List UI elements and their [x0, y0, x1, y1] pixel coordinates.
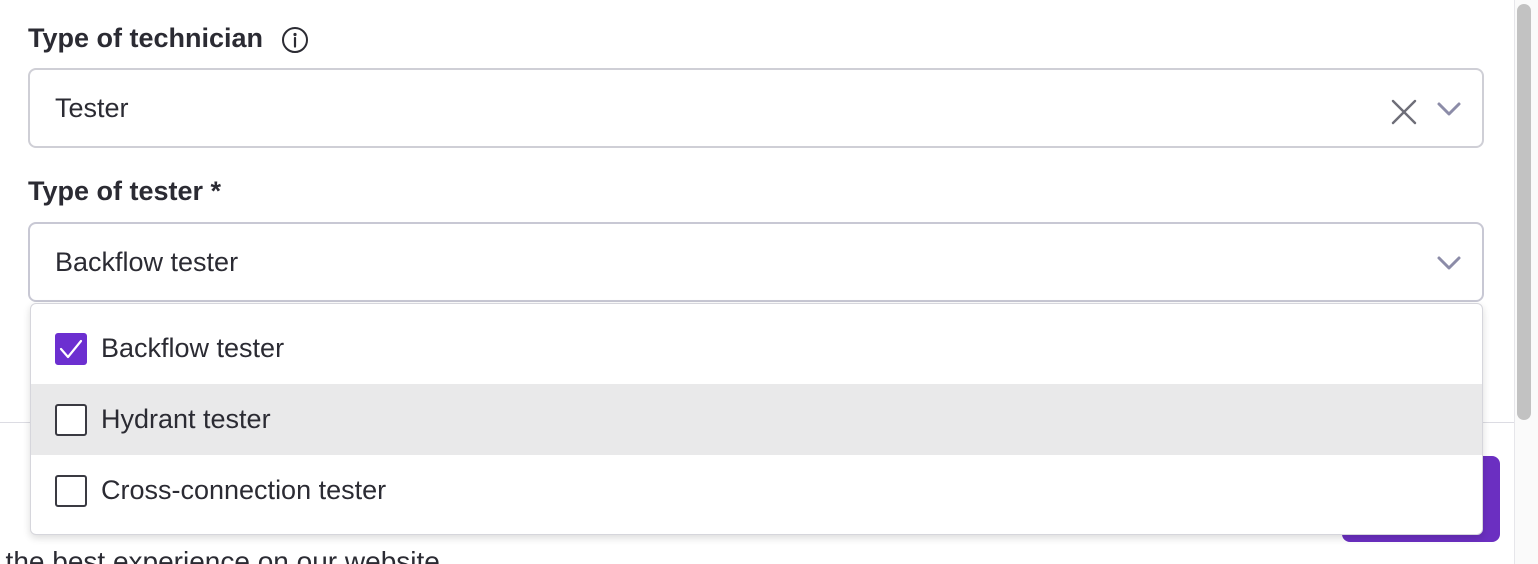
info-icon[interactable]	[281, 26, 309, 54]
tester-type-select[interactable]: Backflow tester	[28, 222, 1484, 302]
cookie-banner-text: t the best experience on our website.	[0, 546, 448, 564]
technician-type-value: Tester	[55, 92, 129, 123]
dropdown-option-cross-connection-tester[interactable]: Cross-connection tester	[31, 455, 1482, 526]
scrollbar-thumb[interactable]	[1517, 4, 1531, 420]
form-page: t the best experience on our website. Ty…	[0, 0, 1538, 564]
checkbox-checked[interactable]	[55, 332, 87, 365]
tester-type-value: Backflow tester	[55, 246, 239, 277]
tester-type-label: Type of tester *	[28, 176, 221, 207]
chevron-down-icon[interactable]	[1434, 248, 1464, 278]
chevron-down-icon[interactable]	[1434, 94, 1464, 124]
dropdown-option-hydrant-tester[interactable]: Hydrant tester	[31, 384, 1482, 455]
tester-type-label-text: Type of tester *	[28, 176, 222, 206]
technician-type-label: Type of technician	[28, 22, 309, 54]
dropdown-option-label: Cross-connection tester	[101, 475, 387, 505]
dropdown-option-backflow-tester[interactable]: Backflow tester	[31, 313, 1482, 384]
tester-type-dropdown-menu: Backflow tester Hydrant tester Cross-con…	[30, 303, 1483, 535]
dropdown-option-label: Hydrant tester	[101, 404, 271, 434]
check-icon	[59, 339, 83, 358]
technician-type-label-text: Type of technician	[28, 22, 264, 53]
close-icon[interactable]	[1390, 98, 1418, 126]
dropdown-option-label: Backflow tester	[101, 333, 285, 363]
checkbox-unchecked[interactable]	[55, 474, 87, 507]
checkbox-unchecked[interactable]	[55, 403, 87, 436]
technician-type-select[interactable]: Tester	[28, 68, 1484, 148]
